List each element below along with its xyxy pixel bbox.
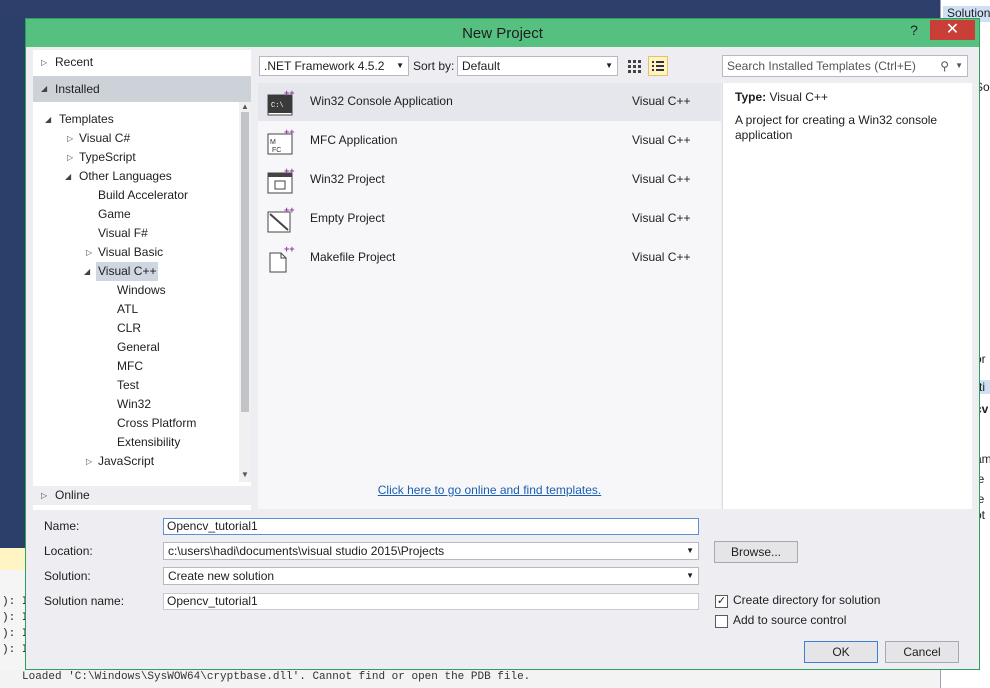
tree-item-clr[interactable]: CLR (117, 319, 141, 338)
dropdown-arrow-icon: ▼ (396, 61, 404, 70)
tree-item-game[interactable]: Game (98, 205, 131, 224)
tree-item-win32[interactable]: Win32 (117, 395, 151, 414)
location-select[interactable]: c:\users\hadi\documents\visual studio 20… (163, 542, 699, 560)
tree-item-visual-fsharp[interactable]: Visual F# (98, 224, 148, 243)
template-win32-console-application[interactable]: C:\ ++ Win32 Console Application Visual … (258, 83, 721, 121)
tree-item-atl[interactable]: ATL (117, 300, 138, 319)
template-list: C:\ ++ Win32 Console Application Visual … (258, 83, 721, 509)
chevron-right-icon[interactable]: ▷ (41, 486, 49, 500)
console-app-icon: C:\ ++ (267, 89, 295, 116)
grid-view-icon (628, 60, 641, 73)
tree-item-online[interactable]: ▷ Online (33, 486, 251, 505)
chevron-right-icon[interactable]: ▷ (67, 129, 75, 143)
tree-item-extensibility[interactable]: Extensibility (117, 433, 180, 452)
source-control-label[interactable]: Add to source control (733, 611, 846, 629)
name-label: Name: (44, 519, 80, 533)
location-label: Location: (44, 544, 93, 558)
cancel-button[interactable]: Cancel (885, 641, 959, 663)
sort-by-select[interactable]: Default ▼ (457, 56, 618, 76)
makefile-project-icon: ++ (269, 245, 295, 273)
tree-item-windows[interactable]: Windows (117, 281, 166, 300)
tree-item-recent[interactable]: ▷ Recent (33, 53, 251, 72)
grid-view-button[interactable] (624, 56, 644, 76)
ide-output-line: Loaded 'C:\Windows\SysWOW64\cryptbase.dl… (0, 670, 940, 688)
chevron-down-icon[interactable]: ◢ (84, 262, 92, 276)
solution-select[interactable]: Create new solution ▼ (163, 567, 699, 585)
source-control-checkbox[interactable] (715, 615, 728, 628)
dropdown-arrow-icon: ▼ (686, 546, 694, 555)
new-project-dialog: New Project ? ✕ ▷ Recent ◢ Installed ◢ T… (25, 18, 980, 670)
tree-item-general[interactable]: General (117, 338, 160, 357)
ok-button[interactable]: OK (804, 641, 878, 663)
solution-name-input[interactable]: Opencv_tutorial1 (163, 593, 699, 610)
template-description-text: A project for creating a Win32 console a… (735, 113, 938, 142)
dropdown-arrow-icon: ▼ (686, 571, 694, 580)
tree-item-mfc[interactable]: MFC (117, 357, 143, 376)
close-button[interactable]: ✕ (930, 20, 975, 40)
svg-text:C:\: C:\ (271, 102, 284, 110)
tree-scrollbar-thumb[interactable] (241, 112, 249, 412)
dropdown-arrow-icon: ▼ (605, 61, 613, 70)
scroll-up-arrow[interactable]: ▲ (241, 102, 249, 111)
chevron-right-icon[interactable]: ▷ (41, 53, 49, 67)
template-mfc-application[interactable]: M FC ++ MFC Application Visual C++ (258, 122, 721, 160)
svg-text:FC: FC (272, 147, 281, 154)
sort-by-label: Sort by: (413, 59, 455, 73)
svg-text:M: M (270, 139, 276, 146)
svg-text:++: ++ (284, 89, 295, 98)
search-templates-input[interactable]: Search Installed Templates (Ctrl+E) ⚲ ▼ (722, 55, 968, 77)
svg-text:++: ++ (284, 245, 295, 254)
online-templates-link[interactable]: Click here to go online and find templat… (258, 483, 721, 497)
framework-select[interactable]: .NET Framework 4.5.2 ▼ (259, 56, 409, 76)
empty-project-icon: ++ (267, 206, 295, 233)
chevron-down-icon[interactable]: ◢ (45, 110, 53, 124)
svg-text:++: ++ (284, 206, 295, 215)
solution-name-label: Solution name: (44, 594, 125, 608)
template-type: Type: Visual C++ (735, 90, 828, 104)
chevron-down-icon[interactable]: ◢ (65, 167, 73, 181)
template-makefile-project[interactable]: ++ Makefile Project Visual C++ (258, 239, 721, 277)
svg-text:++: ++ (284, 167, 295, 176)
chevron-right-icon[interactable]: ▷ (86, 243, 94, 257)
project-name-input[interactable]: Opencv_tutorial1 (163, 518, 699, 535)
tree-item-build-accelerator[interactable]: Build Accelerator (98, 186, 188, 205)
template-description-panel: Type: Visual C++ A project for creating … (722, 83, 972, 509)
help-button[interactable]: ? (907, 22, 921, 42)
tree-item-test[interactable]: Test (117, 376, 139, 395)
chevron-right-icon[interactable]: ▷ (86, 452, 94, 466)
solution-label: Solution: (44, 569, 91, 583)
dialog-title: New Project (462, 25, 543, 42)
template-category-tree: ▷ Recent ◢ Installed ◢ Templates ▷ Visua… (33, 50, 251, 510)
chevron-right-icon[interactable]: ▷ (67, 148, 75, 162)
ide-background-top (0, 0, 990, 18)
search-icon[interactable]: ⚲ (940, 56, 949, 76)
create-directory-checkbox[interactable]: ✓ (715, 595, 728, 608)
mfc-app-icon: M FC ++ (267, 128, 295, 155)
svg-text:++: ++ (284, 128, 295, 137)
chevron-down-icon[interactable]: ◢ (41, 79, 49, 93)
template-empty-project[interactable]: ++ Empty Project Visual C++ (258, 200, 721, 238)
create-directory-label[interactable]: Create directory for solution (733, 591, 880, 609)
tree-item-cross-platform[interactable]: Cross Platform (117, 414, 196, 433)
list-view-icon (652, 61, 664, 71)
list-view-button[interactable] (648, 56, 668, 76)
browse-button[interactable]: Browse... (714, 541, 798, 563)
template-win32-project[interactable]: ++ Win32 Project Visual C++ (258, 161, 721, 199)
win32-project-icon: ++ (267, 167, 295, 194)
dialog-titlebar[interactable]: New Project ? ✕ (26, 19, 979, 47)
tree-scrollbar[interactable]: ▲ ▼ (239, 102, 251, 482)
dropdown-arrow-icon[interactable]: ▼ (955, 56, 963, 76)
scroll-down-arrow[interactable]: ▼ (241, 470, 249, 479)
tree-item-installed[interactable]: ◢ Installed (33, 76, 251, 102)
